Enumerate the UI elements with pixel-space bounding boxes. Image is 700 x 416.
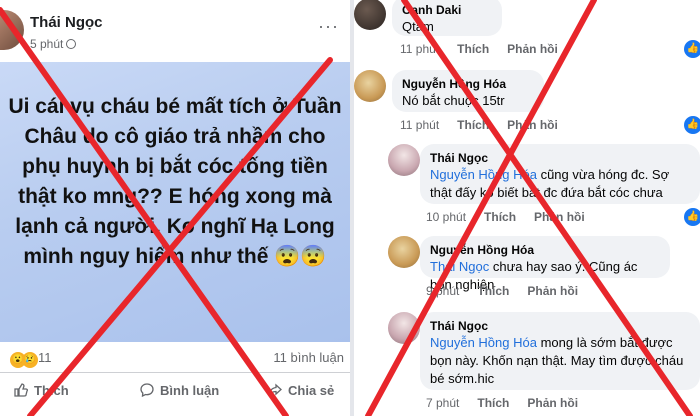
share-icon <box>268 383 282 396</box>
like-badge-icon[interactable]: 👍 <box>684 116 700 134</box>
comment-text: Nguyễn Hồng Hóa cũng vừa hóng đc. Sợ thậ… <box>430 166 690 202</box>
like-badge-icon[interactable]: 👍 <box>684 208 700 226</box>
comment-meta: 7 phút Thích Phản hồi <box>426 396 596 410</box>
post-stats: 😮😢 11 11 bình luận <box>0 344 350 370</box>
comment-text: Nguyễn Hồng Hóa mong là sớm bắt được bọn… <box>430 334 690 388</box>
post-background-card: Ui cái vụ cháu bé mất tích ở Tuần Châu d… <box>0 62 350 342</box>
post-time-text: 5 phút <box>30 37 64 51</box>
comment-count[interactable]: 11 bình luận <box>273 350 344 365</box>
comment-reply-link[interactable]: Phản hồi <box>507 118 558 132</box>
commenter-avatar[interactable] <box>388 144 420 176</box>
sad-reaction-icon: 😢 <box>22 352 38 368</box>
commenter-avatar[interactable] <box>388 236 420 268</box>
commenter-avatar[interactable] <box>388 312 420 344</box>
comment-text: Nó bắt chuộc 15tr <box>402 93 505 108</box>
comment-bubble: Nguyễn Hồng Hóa Nó bắt chuộc 15tr <box>392 70 544 112</box>
commenter-avatar[interactable] <box>354 0 386 30</box>
share-label: Chia sẻ <box>288 383 335 398</box>
comment-like-link[interactable]: Thích <box>457 42 489 56</box>
comment-meta: 10 phút Thích Phản hồi <box>426 210 603 224</box>
comment-like-link[interactable]: Thích <box>457 118 489 132</box>
comment-time[interactable]: 11 phút <box>400 42 439 56</box>
like-badge-icon[interactable]: 👍 <box>684 40 700 58</box>
comment-time[interactable]: 11 phút <box>400 118 439 132</box>
mention-link[interactable]: Nguyễn Hồng Hóa <box>430 335 537 350</box>
reaction-icons[interactable]: 😮😢 <box>10 349 38 368</box>
commenter-name[interactable]: Nguyễn Hồng Hóa <box>402 76 534 92</box>
comment-time[interactable]: 9 phút <box>426 284 459 298</box>
comment-bubble: Thái Ngọc Nguyễn Hồng Hóa cũng vừa hóng … <box>420 144 700 204</box>
like-label: Thích <box>34 383 69 398</box>
comment-reply-link[interactable]: Phản hồi <box>527 396 578 410</box>
comment-time[interactable]: 10 phút <box>426 210 466 224</box>
thumbs-up-icon <box>14 383 28 397</box>
comment-reply-link[interactable]: Phản hồi <box>507 42 558 56</box>
post-text: Ui cái vụ cháu bé mất tích ở Tuần Châu d… <box>8 95 342 268</box>
reaction-count[interactable]: 11 <box>38 350 52 365</box>
author-avatar[interactable] <box>0 10 24 50</box>
comment-icon <box>140 383 154 397</box>
comment-reply-link[interactable]: Phản hồi <box>527 284 578 298</box>
commenter-avatar[interactable] <box>354 70 386 102</box>
post-action-bar: Thích Bình luận Chia sẻ <box>0 372 350 412</box>
comments-panel: Oanh Daki Qtam 11 phút Thích Phản hồi 👍 Ng… <box>354 0 700 416</box>
comment-button[interactable]: Bình luận <box>140 383 219 398</box>
commenter-name[interactable]: Thái Ngọc <box>430 150 690 166</box>
more-options-icon[interactable]: ··· <box>318 16 339 37</box>
post-timestamp[interactable]: 5 phút <box>30 37 77 51</box>
comment-bubble: Oanh Daki Qtam <box>392 0 502 36</box>
comment-label: Bình luận <box>160 383 220 398</box>
facebook-post: Thái Ngọc 5 phút ··· Ui cái vụ cháu bé m… <box>0 0 350 416</box>
comment-time[interactable]: 7 phút <box>426 396 459 410</box>
commenter-name[interactable]: Oanh Daki <box>402 2 492 18</box>
comment-like-link[interactable]: Thích <box>477 284 509 298</box>
mention-link[interactable]: Thái Ngọc <box>430 259 489 274</box>
commenter-name[interactable]: Nguyễn Hồng Hóa <box>430 242 660 258</box>
comment-like-link[interactable]: Thích <box>477 396 509 410</box>
post-header: Thái Ngọc 5 phút ··· <box>0 0 350 62</box>
like-button[interactable]: Thích <box>14 383 69 398</box>
mention-link[interactable]: Nguyễn Hồng Hóa <box>430 167 537 182</box>
comment-meta: 9 phút Thích Phản hồi <box>426 284 596 298</box>
share-button[interactable]: Chia sẻ <box>268 383 334 398</box>
post-author-name[interactable]: Thái Ngọc <box>30 14 103 31</box>
globe-icon <box>66 39 77 49</box>
commenter-name[interactable]: Thái Ngọc <box>430 318 690 334</box>
comment-bubble: Thái Ngọc Nguyễn Hồng Hóa mong là sớm bắ… <box>420 312 700 390</box>
comment-like-link[interactable]: Thích <box>484 210 516 224</box>
comment-bubble: Nguyễn Hồng Hóa Thái Ngọc chưa hay sao ý… <box>420 236 670 292</box>
comment-meta: 11 phút Thích Phản hồi <box>400 118 576 132</box>
comment-text: Qtam <box>402 19 434 34</box>
comment-reply-link[interactable]: Phản hồi <box>534 210 585 224</box>
comment-meta: 11 phút Thích Phản hồi <box>400 42 576 56</box>
